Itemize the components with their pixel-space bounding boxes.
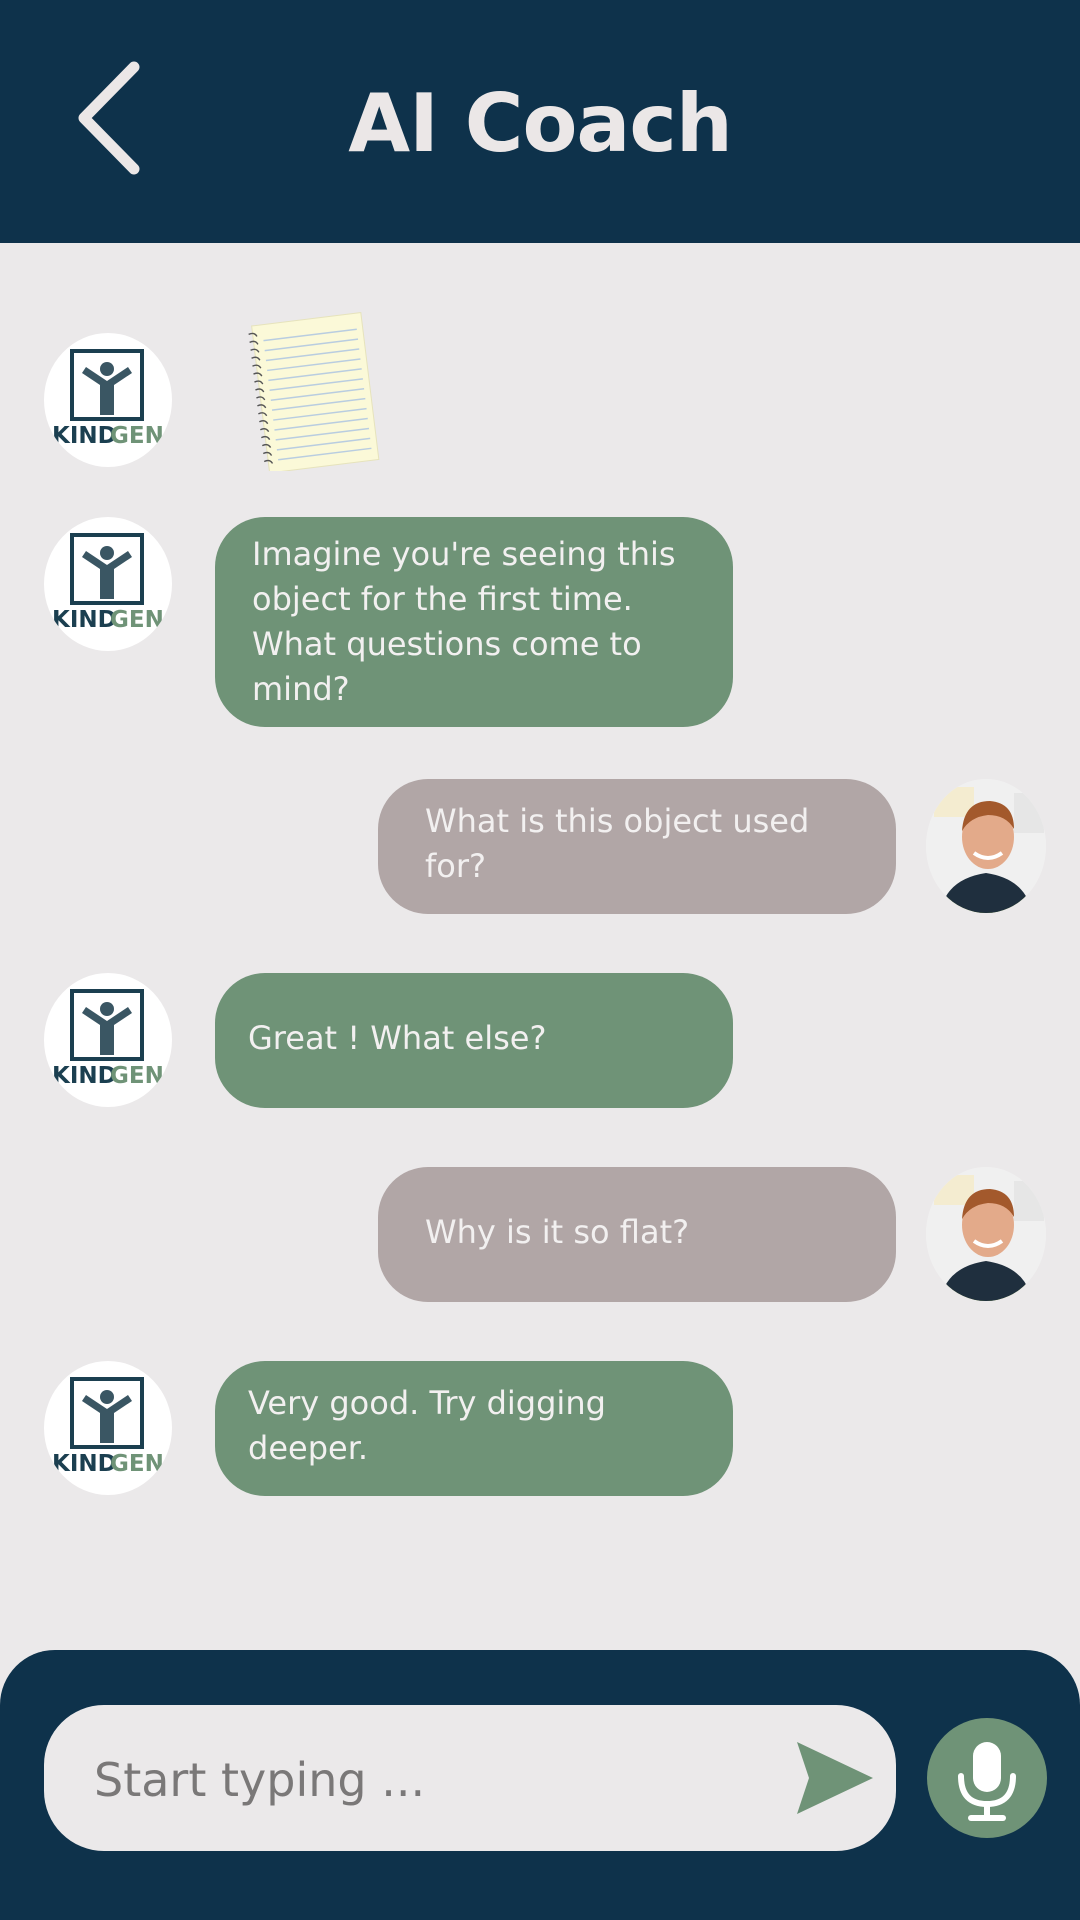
user-avatar xyxy=(926,779,1046,913)
message-text: Great ! What else? xyxy=(248,1019,547,1057)
kindgen-logo-icon: KIND GEN xyxy=(52,349,164,449)
coach-avatar: KIND GEN xyxy=(44,1361,172,1495)
logo-text-kind: KIND xyxy=(52,423,117,449)
logo-text-gen: GEN xyxy=(110,607,164,633)
notepad-image[interactable] xyxy=(246,311,381,474)
coach-message-bubble: Imagine you're seeing this object for th… xyxy=(215,517,733,727)
coach-avatar: KIND GEN xyxy=(44,333,172,467)
logo-text-kind: KIND xyxy=(52,607,117,633)
microphone-button[interactable] xyxy=(927,1718,1047,1838)
kindgen-logo-icon: KIND GEN xyxy=(52,989,164,1089)
microphone-icon xyxy=(958,1742,1016,1821)
logo-text-kind: KIND xyxy=(52,1063,117,1089)
message-input-container[interactable] xyxy=(44,1705,896,1851)
kindgen-logo-icon: KIND GEN xyxy=(52,1377,164,1477)
coach-message-bubble: Very good. Try digging deeper. xyxy=(215,1361,733,1496)
message-text: Very good. Try digging deeper. xyxy=(248,1384,606,1467)
send-button[interactable] xyxy=(795,1738,875,1818)
user-photo xyxy=(926,779,1046,913)
message-text: What is this object used for? xyxy=(425,802,810,885)
message-text: Why is it so flat? xyxy=(425,1213,690,1251)
logo-text-gen: GEN xyxy=(110,1451,164,1477)
message-input[interactable] xyxy=(92,1737,796,1823)
logo-text-kind: KIND xyxy=(52,1451,117,1477)
user-avatar xyxy=(926,1167,1046,1301)
message-text: Imagine you're seeing this object for th… xyxy=(252,535,676,708)
logo-text-gen: GEN xyxy=(110,1063,164,1089)
coach-avatar: KIND GEN xyxy=(44,517,172,651)
user-message-bubble: What is this object used for? xyxy=(378,779,896,914)
page-title: AI Coach xyxy=(348,77,733,170)
top-bar: AI Coach xyxy=(0,0,1080,243)
user-photo xyxy=(926,1167,1046,1301)
coach-message-bubble: Great ! What else? xyxy=(215,973,733,1108)
coach-avatar: KIND GEN xyxy=(44,973,172,1107)
send-icon xyxy=(797,1742,873,1814)
kindgen-logo-icon: KIND GEN xyxy=(52,533,164,633)
user-message-bubble: Why is it so flat? xyxy=(378,1167,896,1302)
logo-text-gen: GEN xyxy=(110,423,164,449)
